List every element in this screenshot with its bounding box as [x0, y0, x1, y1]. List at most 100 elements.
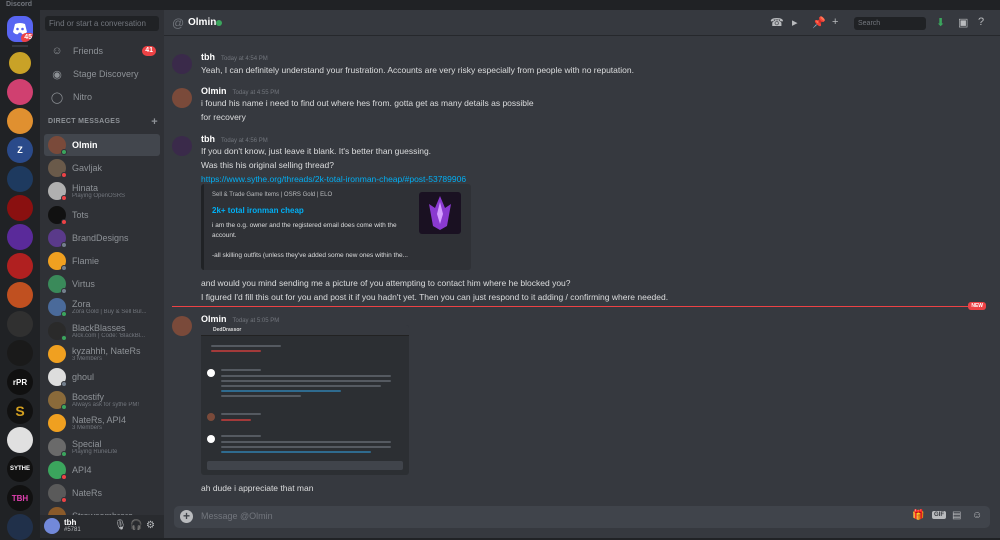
- dm-item[interactable]: Zora Zora Gold | Buy & Sell Bul...: [44, 296, 160, 318]
- status-indicator-icon: [61, 288, 67, 295]
- emoji-icon[interactable]: ☺: [972, 510, 982, 521]
- embed-provider[interactable]: Sell & Trade Game Items | OSRS Gold | EL…: [212, 192, 332, 198]
- add-friend-icon[interactable]: +: [832, 16, 838, 28]
- dm-item[interactable]: BlackBlasses Alck.com | Code: 'BlackBl...: [44, 320, 160, 342]
- dm-item[interactable]: NateRs, API4 3 Members: [44, 412, 160, 434]
- message-input[interactable]: Message @Olmin: [201, 511, 273, 521]
- mute-icon[interactable]: 🎙: [114, 520, 127, 531]
- server-icon[interactable]: [7, 427, 33, 453]
- embed-thumbnail[interactable]: [419, 192, 461, 234]
- gif-button[interactable]: GIF: [932, 511, 946, 519]
- help-icon[interactable]: ?: [978, 16, 984, 28]
- message-author[interactable]: Olmin Today at 4:55 PM: [201, 86, 279, 96]
- server-icon[interactable]: [7, 282, 33, 308]
- dm-name: Zora: [72, 299, 91, 310]
- message-time: Today at 4:56 PM: [221, 138, 268, 144]
- user-avatar[interactable]: [44, 518, 60, 534]
- dm-item[interactable]: ghoul: [44, 366, 160, 388]
- inbox-icon[interactable]: ▣: [958, 16, 968, 29]
- server-icon[interactable]: [7, 224, 33, 250]
- dm-name: Boostify: [72, 392, 105, 403]
- server-icon[interactable]: [7, 514, 33, 540]
- message-author[interactable]: tbh Today at 4:54 PM: [201, 52, 268, 62]
- server-icon[interactable]: [7, 340, 33, 366]
- status-indicator-icon: [61, 311, 67, 318]
- gift-icon[interactable]: 🎁: [912, 510, 924, 521]
- server-icon[interactable]: [7, 108, 33, 134]
- pin-icon[interactable]: 📌: [812, 16, 826, 29]
- video-icon[interactable]: ▸: [792, 16, 798, 29]
- author-avatar[interactable]: [172, 54, 192, 74]
- message-time: Today at 4:55 PM: [232, 90, 280, 96]
- status-indicator-icon: [61, 334, 67, 341]
- dm-subtext: 3 Members: [72, 355, 103, 362]
- dm-item[interactable]: kyzahhh, NateRs 3 Members: [44, 343, 160, 365]
- author-avatar[interactable]: [172, 136, 192, 156]
- friends-badge: 41: [142, 46, 156, 56]
- chat-header: @ Olmin ☎ ▸ 📌 + Search ⬇ ▣ ?: [164, 10, 1000, 36]
- server-icon[interactable]: [7, 311, 33, 337]
- dm-item[interactable]: API4: [44, 459, 160, 481]
- dm-item[interactable]: NateRs: [44, 482, 160, 504]
- create-dm-icon[interactable]: +: [151, 116, 158, 128]
- message-text: Was this his original selling thread?: [201, 160, 334, 170]
- dm-name: Hinata: [72, 183, 99, 194]
- dm-name: NateRs, API4: [72, 415, 127, 426]
- server-icon[interactable]: TBH: [7, 485, 33, 511]
- dm-avatar: [48, 368, 67, 387]
- author-avatar[interactable]: [172, 88, 192, 108]
- server-icon[interactable]: [7, 79, 33, 105]
- status-indicator-icon: [61, 381, 67, 387]
- nav-friends[interactable]: ☺ Friends 41: [44, 41, 160, 61]
- dm-name: kyzahhh, NateRs: [72, 345, 141, 356]
- direct-messages-header: DIRECT MESSAGES +: [48, 116, 158, 128]
- headphones-icon[interactable]: 🎧: [130, 520, 142, 531]
- dm-item[interactable]: Hinata Playing OpenOSRS: [44, 180, 160, 202]
- dm-item[interactable]: Tots: [44, 204, 160, 226]
- message-text: ah dude i appreciate that man: [201, 483, 314, 493]
- status-indicator-icon: [61, 195, 67, 202]
- dm-item[interactable]: Virtus: [44, 273, 160, 295]
- server-icon[interactable]: S: [7, 398, 33, 424]
- nitro-icon: ◯: [50, 91, 64, 104]
- server-icon[interactable]: [7, 166, 33, 192]
- nav-stage-discovery[interactable]: ◉ Stage Discovery: [44, 64, 160, 84]
- nav-nitro[interactable]: ◯ Nitro: [44, 87, 160, 107]
- server-icon[interactable]: [7, 253, 33, 279]
- message-time: Today at 5:05 PM: [232, 318, 280, 324]
- channel-sidebar: Find or start a conversation ☺ Friends 4…: [40, 10, 164, 538]
- attached-screenshot[interactable]: DedDrassor: [201, 325, 409, 475]
- dm-item[interactable]: Olmin: [44, 134, 160, 156]
- thread-link[interactable]: https://www.sythe.org/threads/2k-total-i…: [201, 174, 466, 184]
- author-avatar[interactable]: [172, 316, 192, 336]
- download-icon[interactable]: ⬇: [936, 16, 945, 29]
- dm-item[interactable]: Flamie: [44, 250, 160, 272]
- settings-icon[interactable]: ⚙: [146, 520, 155, 531]
- server-icon[interactable]: SYTHE: [7, 456, 33, 482]
- title-bar: Discord: [0, 0, 1000, 10]
- server-icon[interactable]: [7, 195, 33, 221]
- message-text: for recovery: [201, 112, 246, 122]
- dm-item[interactable]: Boostify Always ask for sythe PM!: [44, 389, 160, 411]
- sticker-icon[interactable]: ▤: [952, 510, 961, 521]
- channel-name: Olmin: [188, 17, 217, 28]
- home-button[interactable]: 45: [7, 16, 33, 42]
- message-author[interactable]: Olmin Today at 5:05 PM: [201, 314, 279, 324]
- message-author[interactable]: tbh Today at 4:56 PM: [201, 134, 268, 144]
- embed-title[interactable]: 2k+ total ironman cheap: [212, 206, 304, 215]
- dm-name: Olmin: [72, 140, 98, 150]
- dm-avatar: [48, 414, 66, 433]
- search-input[interactable]: Search: [854, 17, 926, 30]
- server-icon[interactable]: Z: [7, 137, 33, 163]
- dm-item[interactable]: Special Playing RuneLite: [44, 436, 160, 458]
- dm-item[interactable]: BrandDesigns: [44, 227, 160, 249]
- call-icon[interactable]: ☎: [770, 16, 784, 29]
- attach-button[interactable]: +: [180, 510, 193, 523]
- dm-item[interactable]: Gavljak: [44, 157, 160, 179]
- dm-subtext: Always ask for sythe PM!: [72, 402, 140, 409]
- server-icon[interactable]: rPR: [7, 369, 33, 395]
- dm-name: BlackBlasses: [72, 322, 126, 333]
- message-text: I figured I'd fill this out for you and …: [201, 292, 669, 302]
- server-icon[interactable]: [7, 50, 33, 76]
- find-conversation-input[interactable]: Find or start a conversation: [45, 16, 159, 31]
